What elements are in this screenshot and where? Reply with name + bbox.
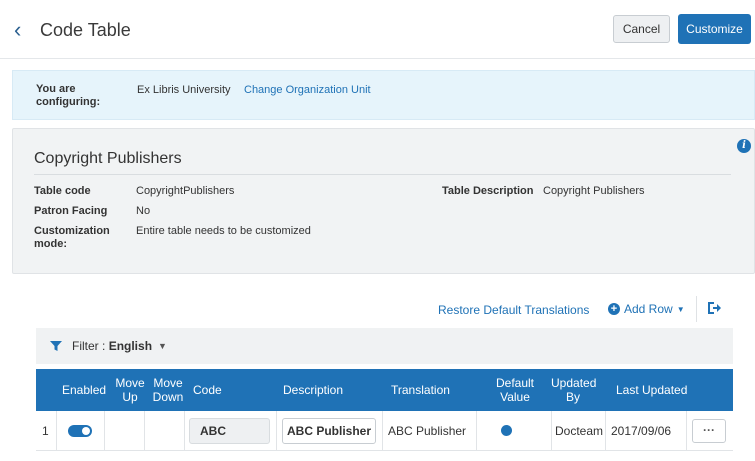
customization-mode-label: Customization mode: <box>34 225 110 250</box>
page-header: ‹ Code Table Cancel Customize <box>0 0 755 59</box>
col-translation[interactable]: Translation <box>391 383 450 397</box>
col-divider <box>184 411 185 451</box>
table-description-value: Copyright Publishers <box>543 185 645 197</box>
col-divider <box>382 411 383 451</box>
description-input[interactable]: ABC Publisher <box>282 418 376 444</box>
caret-down-icon: ▼ <box>676 304 685 314</box>
col-code[interactable]: Code <box>193 383 222 397</box>
panel-title: Copyright Publishers <box>34 150 182 167</box>
panel-divider <box>34 174 731 175</box>
table-header: Enabled Move Up Move Down Code Descripti… <box>36 369 733 411</box>
configuring-banner: You are configuring: Ex Libris Universit… <box>12 70 755 120</box>
cancel-button[interactable]: Cancel <box>613 15 670 43</box>
enabled-toggle[interactable] <box>68 425 92 437</box>
col-updated-by[interactable]: Updated By <box>551 376 596 404</box>
patron-facing-label: Patron Facing <box>34 205 108 217</box>
customization-mode-value: Entire table needs to be customized <box>136 225 311 237</box>
col-divider <box>476 411 477 451</box>
table-code-value: CopyrightPublishers <box>136 185 235 197</box>
col-divider <box>144 411 145 451</box>
change-organization-link[interactable]: Change Organization Unit <box>244 84 371 96</box>
page-title: Code Table <box>40 20 131 40</box>
updated-by-value: Docteam <box>555 424 604 438</box>
col-divider <box>104 411 105 451</box>
add-row-button[interactable]: + Add Row ▼ <box>608 302 685 316</box>
col-enabled[interactable]: Enabled <box>62 383 106 397</box>
export-icon[interactable] <box>706 300 722 316</box>
filter-bar: Filter : English ▼ <box>36 328 733 364</box>
filter-dropdown-icon[interactable]: ▼ <box>158 341 167 351</box>
default-value-indicator[interactable] <box>501 425 512 436</box>
row-index: 1 <box>42 424 49 438</box>
table-code-label: Table code <box>34 185 91 197</box>
filter-value[interactable]: English <box>109 339 152 353</box>
row-actions-ellipsis-icon[interactable]: ··· <box>692 419 726 443</box>
col-default-value[interactable]: Default Value <box>491 376 539 404</box>
col-divider <box>56 411 57 451</box>
col-move-down: Move Down <box>152 376 184 404</box>
translation-value: ABC Publisher <box>388 424 467 438</box>
toolbar-divider <box>696 296 697 322</box>
filter-prefix: Filter : <box>72 339 106 353</box>
table-row: 1 ABC ABC Publisher ABC Publisher Doctea… <box>36 411 733 451</box>
back-chevron-icon[interactable]: ‹ <box>14 18 34 42</box>
col-divider <box>686 411 687 451</box>
configuring-label: You are configuring: <box>36 83 101 108</box>
filter-label: Filter : English <box>72 339 152 353</box>
info-icon[interactable]: i <box>737 139 751 153</box>
plus-circle-icon: + <box>608 303 620 315</box>
table-description-label: Table Description <box>442 185 534 197</box>
organization-name: Ex Libris University <box>137 84 231 96</box>
col-divider <box>276 411 277 451</box>
customize-button[interactable]: Customize <box>678 14 751 44</box>
code-field: ABC <box>189 418 270 444</box>
col-divider <box>551 411 552 451</box>
restore-default-translations-link[interactable]: Restore Default Translations <box>438 303 589 317</box>
funnel-icon <box>50 341 62 351</box>
add-row-label: Add Row <box>624 302 673 316</box>
col-divider <box>605 411 606 451</box>
col-description[interactable]: Description <box>283 383 343 397</box>
patron-facing-value: No <box>136 205 151 217</box>
last-updated-value: 2017/09/06 <box>611 424 672 438</box>
col-last-updated[interactable]: Last Updated <box>616 383 687 397</box>
col-move-up: Move Up <box>115 376 145 404</box>
